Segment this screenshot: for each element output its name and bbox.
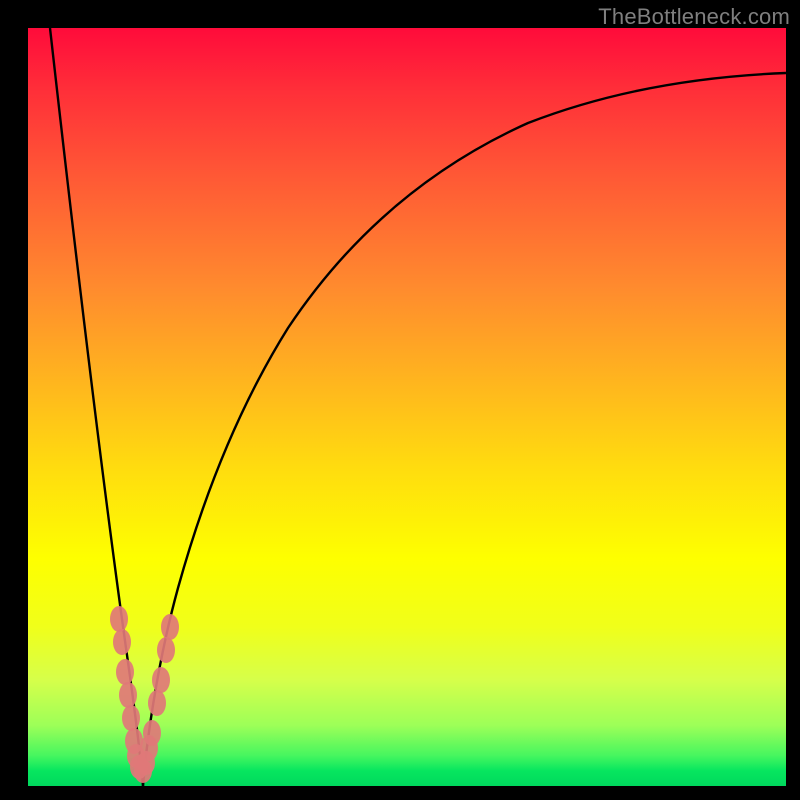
marker-cluster <box>110 606 179 783</box>
chart-frame: TheBottleneck.com <box>0 0 800 800</box>
marker-dot <box>116 659 134 685</box>
chart-svg <box>28 28 786 786</box>
marker-dot <box>122 705 140 731</box>
marker-dot <box>119 682 137 708</box>
right-branch-line <box>143 73 786 786</box>
plot-area <box>28 28 786 786</box>
marker-dot <box>152 667 170 693</box>
marker-dot <box>161 614 179 640</box>
watermark-text: TheBottleneck.com <box>598 4 790 30</box>
marker-dot <box>113 629 131 655</box>
marker-dot <box>148 690 166 716</box>
marker-dot <box>110 606 128 632</box>
marker-dot <box>143 720 161 746</box>
marker-dot <box>157 637 175 663</box>
